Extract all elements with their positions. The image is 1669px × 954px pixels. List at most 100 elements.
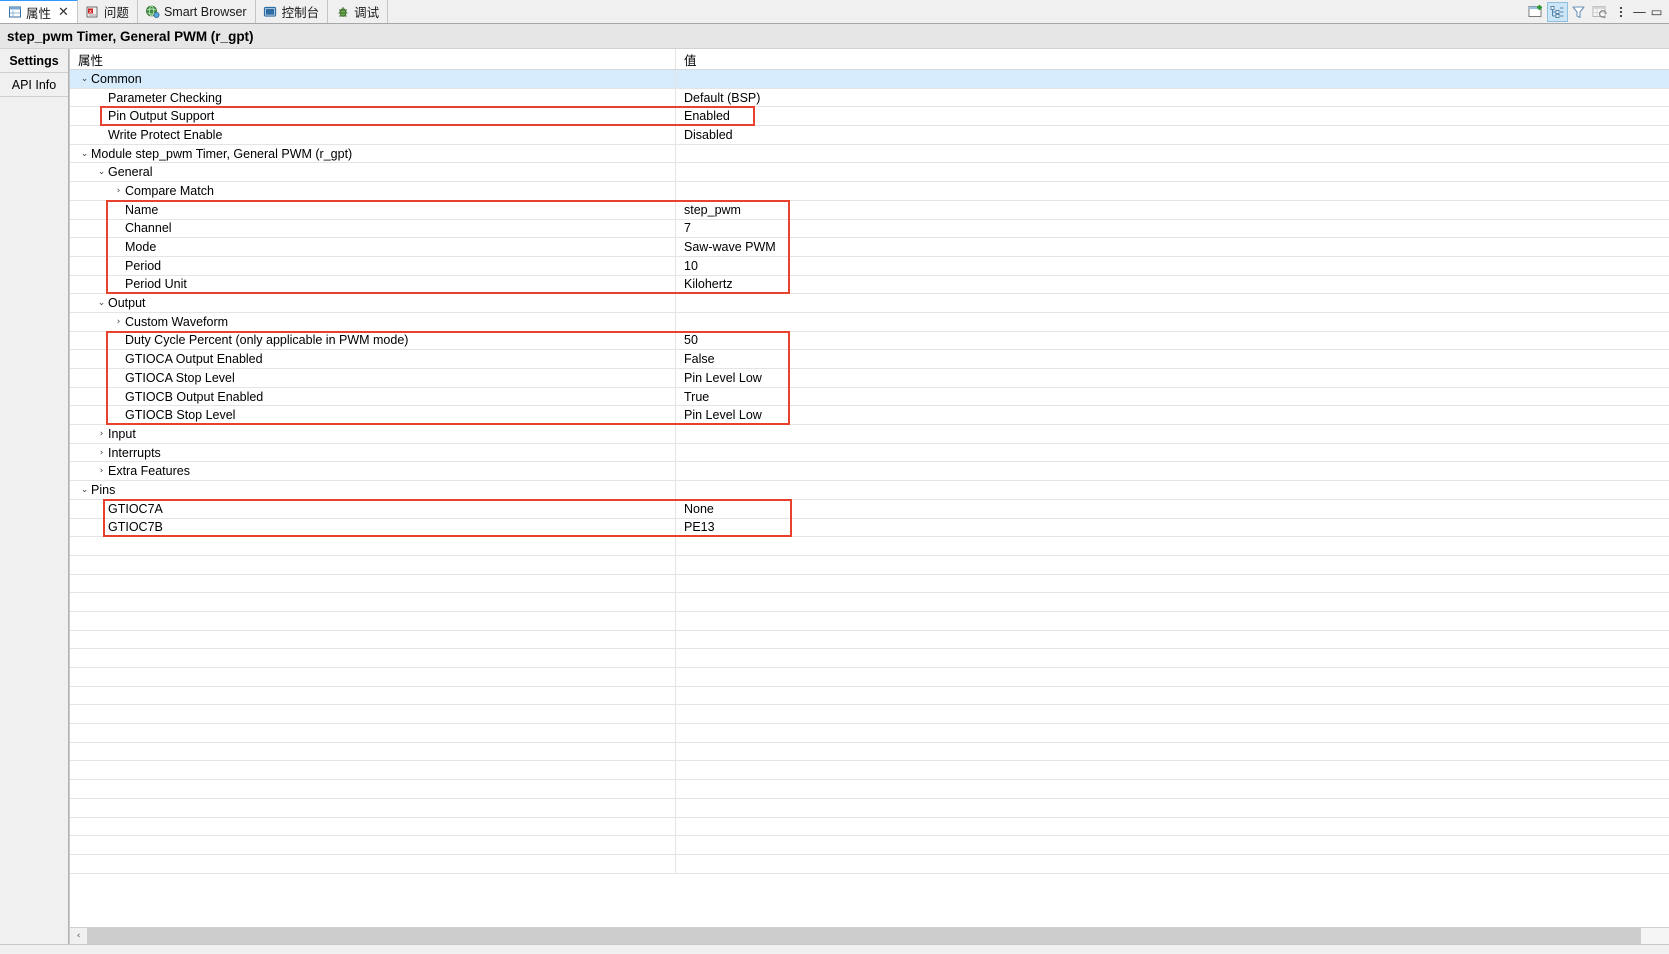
property-value-cell[interactable]: PE13 [676, 519, 1669, 537]
property-value-cell[interactable] [676, 182, 1669, 200]
table-row-empty[interactable] [70, 630, 1669, 650]
chevron-down-icon[interactable]: ⌄ [78, 74, 91, 84]
close-icon[interactable]: ✕ [58, 6, 69, 19]
property-name-cell[interactable]: GTIOCB Output Enabled [70, 387, 676, 406]
chevron-down-icon[interactable]: ⌄ [95, 298, 108, 308]
table-row[interactable]: GTIOCB Stop Level Pin Level Low [70, 406, 1669, 426]
property-value-cell[interactable]: 7 [676, 220, 1669, 238]
view-menu-icon[interactable] [1610, 2, 1631, 22]
property-name-cell[interactable]: Period [70, 256, 676, 275]
property-value-cell[interactable]: Default (BSP) [676, 89, 1669, 107]
table-row-empty[interactable] [70, 574, 1669, 594]
table-row[interactable]: GTIOCA Output Enabled False [70, 350, 1669, 369]
property-value-cell[interactable] [676, 294, 1669, 312]
scroll-thumb[interactable] [87, 928, 1641, 944]
chevron-down-icon[interactable]: ⌄ [78, 149, 91, 159]
property-value-cell[interactable]: Pin Level Low [676, 369, 1669, 387]
sidebar-item-settings[interactable]: Settings [0, 49, 68, 73]
property-value-cell[interactable] [676, 425, 1669, 443]
column-header-value[interactable]: 值 [676, 49, 1669, 69]
table-row[interactable]: Duty Cycle Percent (only applicable in P… [70, 331, 1669, 351]
table-row[interactable]: ⌄ Module step_pwm Timer, General PWM (r_g… [70, 144, 1669, 164]
property-name-cell[interactable]: Channel [70, 219, 676, 238]
property-name-cell[interactable]: GTIOC7A [70, 499, 676, 518]
property-value-cell[interactable]: 10 [676, 257, 1669, 275]
property-value-cell[interactable] [676, 444, 1669, 462]
property-value-cell[interactable] [676, 462, 1669, 480]
table-row[interactable]: GTIOC7A None [70, 499, 1669, 519]
property-value-cell[interactable]: Disabled [676, 126, 1669, 144]
table-row[interactable]: Channel 7 [70, 219, 1669, 239]
chevron-down-icon[interactable]: ⌄ [95, 167, 108, 177]
property-value-cell[interactable] [676, 70, 1669, 88]
property-name-cell[interactable]: ⌄ Common [70, 70, 676, 88]
chevron-right-icon[interactable]: › [112, 186, 125, 196]
table-row[interactable]: Parameter Checking Default (BSP) [70, 88, 1669, 108]
property-value-cell[interactable] [676, 145, 1669, 163]
properties-table[interactable]: 属性 值 ⌄ Common Parameter Checking Default (B… [70, 49, 1669, 927]
tab-problems[interactable]: x 问题 [77, 0, 138, 23]
property-value-cell[interactable]: step_pwm [676, 201, 1669, 219]
table-row[interactable]: Write Protect Enable Disabled [70, 126, 1669, 145]
table-row-empty[interactable] [70, 724, 1669, 743]
table-row-empty[interactable] [70, 780, 1669, 799]
property-name-cell[interactable]: ⌄ Output [70, 294, 676, 312]
property-value-cell[interactable]: True [676, 388, 1669, 406]
property-value-cell[interactable]: Saw-wave PWM [676, 238, 1669, 256]
horizontal-scrollbar[interactable]: ‹ [70, 927, 1669, 944]
scroll-track[interactable] [87, 928, 1669, 944]
property-name-cell[interactable]: Name [70, 200, 676, 219]
property-value-cell[interactable] [676, 163, 1669, 181]
table-row[interactable]: ⌄ General [70, 163, 1669, 183]
minimize-button[interactable]: — [1631, 3, 1648, 21]
property-name-cell[interactable]: Write Protect Enable [70, 126, 676, 144]
table-row-empty[interactable] [70, 854, 1669, 874]
chevron-right-icon[interactable]: › [95, 429, 108, 439]
restore-default-value-icon[interactable] [1589, 2, 1610, 22]
property-name-cell[interactable]: › Compare Match [70, 182, 676, 200]
table-row[interactable]: GTIOCB Output Enabled True [70, 387, 1669, 407]
table-row[interactable]: › Compare Match [70, 182, 1669, 201]
maximize-button[interactable]: ▭ [1648, 3, 1665, 21]
table-row-empty[interactable] [70, 798, 1669, 818]
column-header-property[interactable]: 属性 [70, 49, 676, 69]
table-row[interactable]: ⌄ Common [70, 70, 1669, 89]
property-name-cell[interactable]: GTIOC7B [70, 518, 676, 537]
filter-icon[interactable] [1568, 2, 1589, 22]
table-row[interactable]: ⌄ Pins [70, 481, 1669, 500]
property-value-cell[interactable]: Kilohertz [676, 276, 1669, 294]
tab-smart-browser[interactable]: Smart Browser [137, 0, 256, 23]
property-name-cell[interactable]: Mode [70, 238, 676, 256]
scroll-left-arrow-icon[interactable]: ‹ [70, 928, 87, 944]
property-value-cell[interactable]: 50 [676, 332, 1669, 350]
property-name-cell[interactable]: GTIOCA Stop Level [70, 369, 676, 387]
table-row[interactable]: Period Unit Kilohertz [70, 275, 1669, 295]
table-row[interactable]: › Input [70, 425, 1669, 444]
property-name-cell[interactable]: GTIOCB Stop Level [70, 406, 676, 425]
table-row[interactable]: › Custom Waveform [70, 312, 1669, 332]
table-row[interactable]: Period 10 [70, 256, 1669, 276]
property-name-cell[interactable]: Pin Output Support [70, 107, 676, 126]
property-value-cell[interactable] [676, 313, 1669, 331]
tab-debug[interactable]: 调试 [328, 0, 389, 23]
property-name-cell[interactable]: Period Unit [70, 275, 676, 294]
property-name-cell[interactable]: ⌄ General [70, 163, 676, 182]
chevron-right-icon[interactable]: › [95, 448, 108, 458]
property-name-cell[interactable]: ⌄ Module step_pwm Timer, General PWM (r_g… [70, 144, 676, 163]
property-name-cell[interactable]: Parameter Checking [70, 88, 676, 107]
table-row[interactable]: ⌄ Output [70, 294, 1669, 313]
chevron-down-icon[interactable]: ⌄ [78, 485, 91, 495]
table-row[interactable]: GTIOCA Stop Level Pin Level Low [70, 369, 1669, 388]
table-row-empty[interactable] [70, 649, 1669, 668]
table-row-empty[interactable] [70, 742, 1669, 762]
table-row-empty[interactable] [70, 593, 1669, 612]
table-row-empty[interactable] [70, 705, 1669, 725]
property-name-cell[interactable]: GTIOCA Output Enabled [70, 350, 676, 368]
table-row-empty[interactable] [70, 668, 1669, 687]
table-row-empty[interactable] [70, 836, 1669, 855]
table-row-empty[interactable] [70, 817, 1669, 837]
new-properties-view-icon[interactable] [1526, 2, 1547, 22]
table-row[interactable]: Mode Saw-wave PWM [70, 238, 1669, 257]
sidebar-item-api-info[interactable]: API Info [0, 73, 68, 97]
table-row-empty[interactable] [70, 761, 1669, 781]
